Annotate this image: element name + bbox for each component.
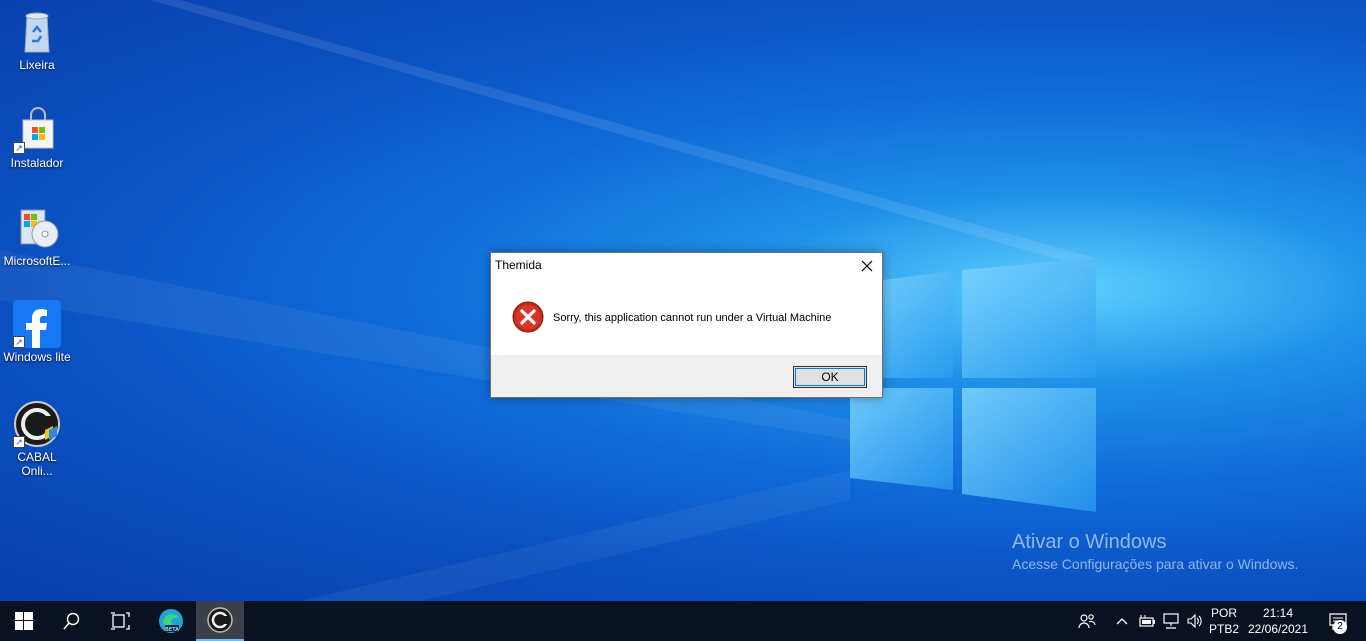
store-bag-icon: ↗: [13, 106, 61, 154]
close-icon: [861, 260, 873, 272]
search-button[interactable]: [48, 601, 96, 641]
volume-tray-button[interactable]: [1184, 601, 1206, 641]
taskbar-edge-beta[interactable]: BETA: [147, 601, 195, 641]
input-language-indicator[interactable]: POR PTB2: [1206, 605, 1242, 637]
desktop-icon-label: MicrosoftE...: [3, 254, 71, 268]
dialog-footer: OK: [491, 355, 882, 397]
svg-text:BETA: BETA: [165, 627, 179, 633]
notification-count-badge: 2: [1333, 620, 1347, 634]
keyboard-layout: PTB2: [1208, 622, 1239, 636]
network-ethernet-icon: [1163, 613, 1179, 629]
dialog-message: Sorry, this application cannot run under…: [553, 312, 832, 324]
people-button[interactable]: [1074, 601, 1100, 641]
desktop-icon-label: Windows lite: [3, 350, 71, 364]
installer-cd-icon: [13, 204, 61, 252]
desktop-icon-cabal-online[interactable]: ↗ CABAL Onli...: [1, 400, 73, 478]
shortcut-arrow-icon: ↗: [13, 142, 25, 154]
battery-plug-icon: [1139, 615, 1155, 627]
people-icon: [1078, 614, 1096, 629]
clock-time: 21:14: [1262, 606, 1294, 620]
desktop-icon-microsoft-edge-installer[interactable]: MicrosoftE...: [1, 204, 73, 268]
start-icon: [15, 612, 33, 630]
desktop-icon-label: Instalador: [10, 156, 64, 170]
desktop-icon-recycle-bin[interactable]: Lixeira: [1, 8, 73, 72]
clock[interactable]: 21:14 22/06/2021: [1244, 605, 1312, 637]
desktop-icon-label: Lixeira: [19, 58, 55, 72]
facebook-icon: ↗: [13, 300, 61, 348]
dialog-body: Sorry, this application cannot run under…: [491, 281, 882, 355]
error-dialog: Themida Sorry, this application cannot r…: [490, 252, 883, 398]
clock-date: 22/06/2021: [1247, 622, 1309, 636]
taskbar: BETA POR PTB2 21:14 22/06/2021: [0, 601, 1366, 641]
language-code: POR: [1210, 606, 1237, 620]
edge-beta-icon: BETA: [159, 609, 183, 633]
desktop-icon-label: CABAL Onli...: [17, 450, 57, 478]
desktop-icon-instalador[interactable]: ↗ Instalador: [1, 106, 73, 170]
taskbar-cabal[interactable]: [196, 601, 244, 641]
activation-subtitle: Acesse Configurações para ativar o Windo…: [1012, 556, 1299, 572]
network-tray-button[interactable]: [1160, 601, 1182, 641]
search-icon: [63, 612, 80, 630]
dialog-title: Themida: [495, 258, 542, 272]
start-button[interactable]: [0, 601, 48, 641]
cabal-icon: ↗: [13, 400, 61, 448]
cabal-icon: [207, 607, 233, 633]
recycle-bin-icon: [13, 8, 61, 56]
dialog-close-button[interactable]: [852, 253, 882, 279]
activation-watermark: Ativar o Windows Acesse Configurações pa…: [1012, 530, 1298, 574]
error-icon: [512, 301, 544, 333]
ok-button[interactable]: OK: [793, 366, 867, 388]
show-hidden-icons-button[interactable]: [1112, 601, 1132, 641]
task-view-icon: [111, 612, 130, 630]
speaker-icon: [1187, 613, 1202, 629]
activation-title: Ativar o Windows: [1012, 531, 1167, 553]
shortcut-arrow-icon: ↗: [13, 436, 25, 448]
shortcut-arrow-icon: ↗: [13, 336, 25, 348]
chevron-up-icon: [1116, 618, 1128, 625]
battery-tray-button[interactable]: [1136, 601, 1158, 641]
desktop-icon-windows-lite[interactable]: ↗ Windows lite: [1, 300, 73, 364]
task-view-button[interactable]: [96, 601, 144, 641]
